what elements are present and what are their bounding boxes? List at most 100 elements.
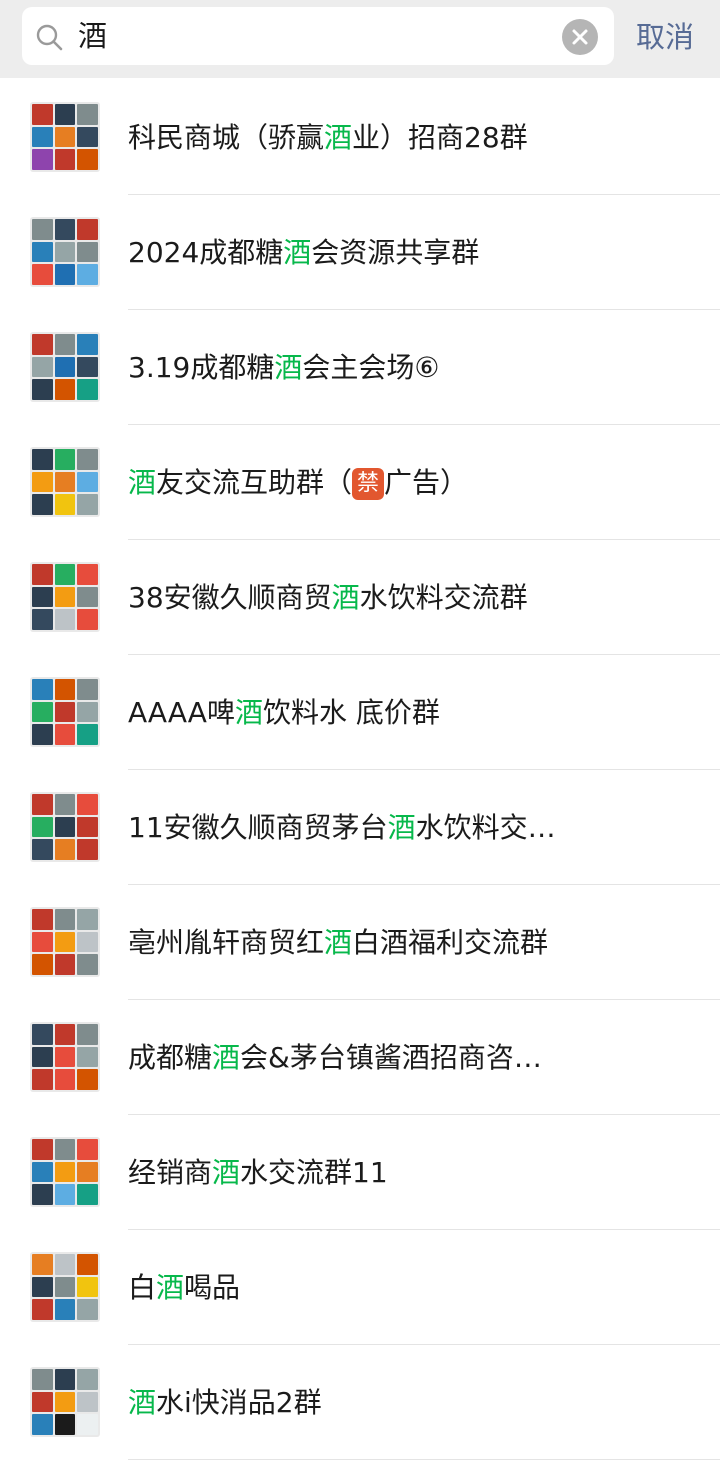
avatar-tile [32, 334, 53, 355]
cancel-button[interactable]: 取消 [636, 0, 694, 74]
list-item[interactable]: 成都糖酒会&茅台镇酱酒招商咨… [0, 1000, 720, 1115]
avatar-tile [77, 126, 98, 148]
group-name-text: 业）招商28群 [352, 121, 528, 154]
clear-search-button[interactable] [562, 19, 598, 55]
avatar-tile [54, 1024, 76, 1045]
avatar-tile [32, 1184, 53, 1205]
avatar-tile [54, 679, 76, 700]
avatar-tile [77, 1299, 98, 1320]
list-item[interactable]: 白酒喝品 [0, 1230, 720, 1345]
avatar-tile [32, 1254, 53, 1275]
avatar-tile [54, 126, 76, 148]
avatar-tile [32, 701, 53, 723]
group-name-text: 白酒福利交流群 [352, 926, 549, 959]
avatar-tile [32, 1139, 53, 1160]
group-avatar [30, 332, 100, 402]
keyword-highlight: 酒 [156, 1271, 185, 1304]
group-avatar [30, 1367, 100, 1437]
search-input[interactable]: 酒 [78, 7, 107, 65]
avatar-tile [32, 449, 53, 470]
avatar-tile [54, 104, 76, 125]
avatar-tile [54, 609, 76, 630]
avatar-tile [54, 564, 76, 585]
list-item[interactable]: 亳州胤轩商贸红酒白酒福利交流群 [0, 885, 720, 1000]
group-name: 酒友交流互助群（禁广告） [128, 425, 698, 540]
keyword-highlight: 酒 [212, 1156, 241, 1189]
avatar-tile [54, 241, 76, 263]
group-avatar [30, 677, 100, 747]
keyword-highlight: 酒 [128, 466, 157, 499]
group-name: 白酒喝品 [128, 1230, 698, 1345]
group-avatar [30, 102, 100, 172]
group-name-text: 2024成都糖 [128, 236, 284, 269]
avatar-tile [54, 701, 76, 723]
avatar-tile [32, 1414, 53, 1435]
group-avatar [30, 1137, 100, 1207]
avatar-tile [54, 724, 76, 745]
avatar-tile [32, 379, 53, 400]
list-item[interactable]: 38安徽久顺商贸酒水饮料交流群 [0, 540, 720, 655]
avatar-tile [54, 816, 76, 838]
search-box[interactable]: 酒 [22, 7, 614, 65]
avatar-tile [54, 1161, 76, 1183]
avatar-tile [77, 816, 98, 838]
avatar-tile [54, 1369, 76, 1390]
list-item[interactable]: 酒友交流互助群（禁广告） [0, 425, 720, 540]
avatar-tile [54, 334, 76, 355]
group-name-text: 成都糖 [128, 1041, 213, 1074]
avatar-tile [32, 1069, 53, 1090]
avatar-tile [77, 149, 98, 170]
avatar-tile [54, 379, 76, 400]
avatar-tile [77, 1276, 98, 1298]
group-name: 成都糖酒会&茅台镇酱酒招商咨… [128, 1000, 698, 1115]
avatar-tile [77, 839, 98, 860]
avatar-tile [77, 679, 98, 700]
group-name-text: 水饮料交流群 [359, 581, 528, 614]
group-name: 11安徽久顺商贸茅台酒水饮料交… [128, 770, 698, 885]
avatar-tile [77, 931, 98, 953]
avatar-tile [54, 1276, 76, 1298]
group-avatar [30, 1252, 100, 1322]
search-bar: 酒 取消 [0, 0, 720, 78]
avatar-tile [54, 264, 76, 285]
list-item[interactable]: AAAA啤酒饮料水 底价群 [0, 655, 720, 770]
avatar-tile [54, 1139, 76, 1160]
list-item[interactable]: 科民商城（骄赢酒业）招商28群 [0, 80, 720, 195]
avatar-tile [32, 219, 53, 240]
avatar-tile [32, 1391, 53, 1413]
group-name-text: 水i快消品2群 [156, 1386, 322, 1419]
avatar-tile [32, 564, 53, 585]
close-icon [572, 29, 588, 45]
avatar-tile [54, 219, 76, 240]
avatar-tile [54, 1254, 76, 1275]
group-name: 亳州胤轩商贸红酒白酒福利交流群 [128, 885, 698, 1000]
group-name-text: 亳州胤轩商贸红 [128, 926, 325, 959]
avatar-tile [54, 494, 76, 515]
group-name-text: 38安徽久顺商贸 [128, 581, 332, 614]
avatar-tile [77, 954, 98, 975]
group-name: 酒水i快消品2群 [128, 1345, 698, 1460]
avatar-tile [32, 149, 53, 170]
group-name: 2024成都糖酒会资源共享群 [128, 195, 698, 310]
group-name-text: 友交流互助群（ [156, 466, 353, 499]
list-item[interactable]: 11安徽久顺商贸茅台酒水饮料交… [0, 770, 720, 885]
avatar-tile [54, 1299, 76, 1320]
avatar-tile [77, 794, 98, 815]
keyword-highlight: 酒 [234, 696, 263, 729]
avatar-tile [77, 1254, 98, 1275]
avatar-tile [32, 104, 53, 125]
group-avatar [30, 907, 100, 977]
list-item[interactable]: 3.19成都糖酒会主会场⑥ [0, 310, 720, 425]
list-item[interactable]: 酒水i快消品2群 [0, 1345, 720, 1460]
group-avatar [30, 562, 100, 632]
list-item[interactable]: 2024成都糖酒会资源共享群 [0, 195, 720, 310]
keyword-highlight: 酒 [331, 581, 360, 614]
avatar-tile [77, 471, 98, 493]
list-item[interactable]: 经销商酒水交流群11 [0, 1115, 720, 1230]
avatar-tile [77, 724, 98, 745]
avatar-tile [77, 379, 98, 400]
avatar-tile [32, 1369, 53, 1390]
avatar-tile [32, 1024, 53, 1045]
group-name: 3.19成都糖酒会主会场⑥ [128, 310, 698, 425]
avatar-tile [54, 794, 76, 815]
